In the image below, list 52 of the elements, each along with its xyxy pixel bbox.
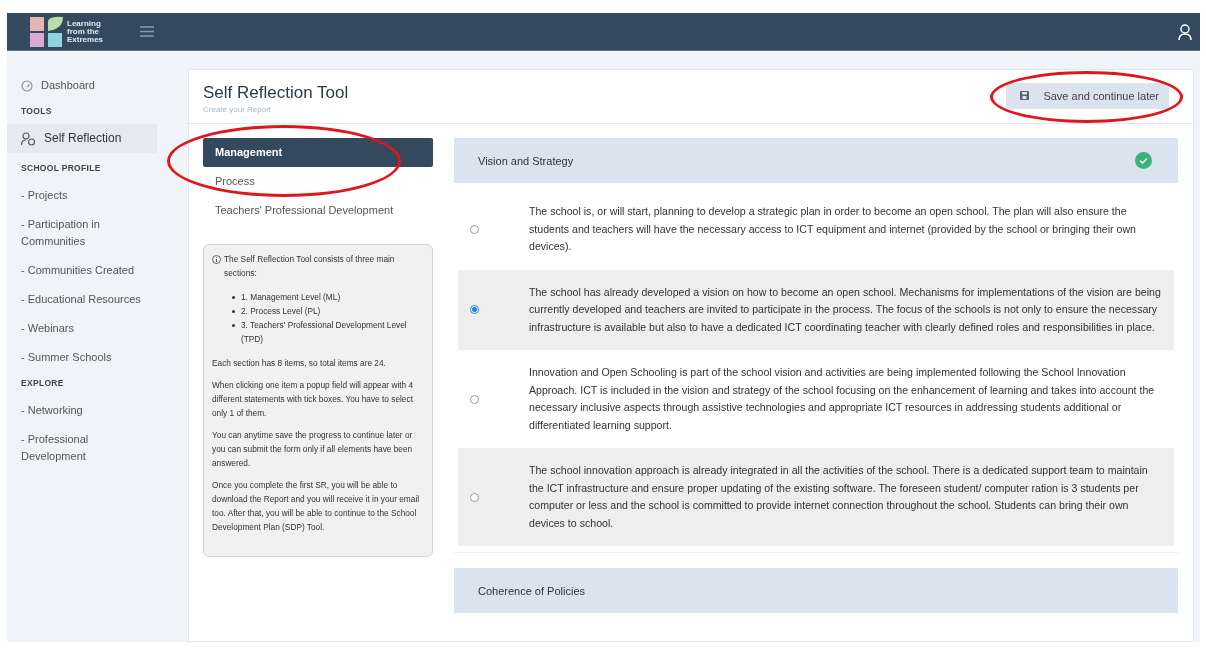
person-icon (21, 131, 36, 146)
bullet-icon (232, 324, 235, 327)
sidebar-item[interactable]: - Webinars (7, 314, 156, 343)
section-tab[interactable]: Management (203, 138, 433, 167)
info-text: Once you complete the first SR, you will be able to download the Report and you will receive it in your email too. After that, you will be able to continue to the School Development Plan (SDP) Tool. (212, 479, 421, 534)
logo-icon (29, 15, 65, 48)
section-header[interactable]: Coherence of Policies (454, 568, 1178, 613)
logo-text: Learning from the Extremes (67, 19, 105, 44)
sidebar-heading: EXPLORE (20, 377, 65, 390)
page-subtitle: Create your Report (203, 105, 273, 114)
floppy-icon (1020, 91, 1030, 100)
info-text: Each section has 8 items, so total items are 24. (212, 357, 387, 370)
statement-text: Innovation and Open Schooling is part of the school vision and activities are being implemented following the School Innovation Approach. ICT is included in the vision and strategy of the school focusing on the enhancement of learning and takes into account the necessary inclusive aspects through assistive technologies and appropriate ICT resources in addressing students additional or differentiated learning support. (529, 365, 1156, 433)
statement-option[interactable] (458, 448, 1174, 546)
section-tab[interactable]: Teachers' Professional Development (203, 196, 433, 225)
bullet-icon (232, 296, 235, 299)
statement-text: The school has already developed a vision on how to become an open school. Mechanisms for implementations of the vision are being currently developed and teachers are invited to participate in the process. The focus of the schools is not only to ensure the necessary infrastructure is available but also to have a dedicated ICT coordinating teacher with clearly defined roles and responsibilities in place. (529, 284, 1162, 335)
save-button[interactable]: Save and continue later (1006, 82, 1169, 109)
list-item: 2. Process Level (PL) (241, 305, 321, 318)
sidebar-item[interactable]: - Educational Resources (7, 285, 156, 314)
sidebar-item[interactable]: - Projects (7, 181, 156, 210)
radio-button[interactable] (470, 305, 479, 315)
section-title: Coherence of Policies (478, 584, 585, 597)
list-item: 1. Management Level (ML) (241, 291, 341, 304)
page-title: Self Reflection Tool (203, 83, 349, 103)
radio-button[interactable] (470, 394, 479, 404)
sidebar-item[interactable]: - Summer Schools (7, 343, 156, 372)
section-header[interactable]: Vision and Strategy (454, 138, 1178, 183)
section-tab[interactable]: Process (203, 167, 433, 196)
menu-icon[interactable] (140, 26, 154, 37)
statement-option[interactable] (458, 269, 1174, 350)
sidebar-heading: SCHOOL PROFILE (20, 162, 102, 175)
statement-text: The school innovation approach is already integrated in all the activities of the school. There is a dedicated support team to maintain the ICT infrastructure and ensure proper updating of the existing software. The foreseen student/ computer ration is 3 students per computer or less and the school is committed to provide internet connection throughout the school. Students can bring their own devices to school. (529, 463, 1149, 531)
radio-button[interactable] (470, 224, 479, 234)
sidebar-item[interactable]: Dashboard (7, 71, 156, 100)
info-text: When clicking one item a popup field will appear with 4 different statements with tick boxes. You have to select only 1 of them. (212, 379, 415, 420)
info-text: The Self Reflection Tool consists of three main sections: (224, 253, 396, 280)
user-icon[interactable] (1178, 23, 1192, 40)
info-text: You can anytime save the progress to continue later or you can submit the form only if all elements have been answered. (212, 429, 414, 470)
radio-button[interactable] (470, 492, 479, 502)
sidebar-item[interactable]: - Professional Development (7, 425, 156, 471)
sidebar-item[interactable]: - Participation in Communities (7, 210, 156, 256)
section-title: Vision and Strategy (478, 154, 574, 167)
sidebar-item[interactable]: - Networking (7, 396, 156, 425)
info-icon (212, 255, 221, 264)
statement-text: The school is, or will start, planning to develop a strategic plan in order to become an open school. The plan will also ensure the students and teachers will have the necessary access to ICT equipment and internet (provided by the school or bringing their own devices). (529, 204, 1137, 254)
list-item: 3. Teachers' Professional Development Level (TPD) (241, 319, 408, 346)
sidebar-heading: TOOLS (20, 105, 53, 118)
sidebar-item[interactable]: Self Reflection (7, 124, 157, 153)
gauge-icon (21, 79, 33, 92)
sidebar-item[interactable]: - Communities Created (7, 256, 156, 285)
bullet-icon (232, 310, 235, 313)
